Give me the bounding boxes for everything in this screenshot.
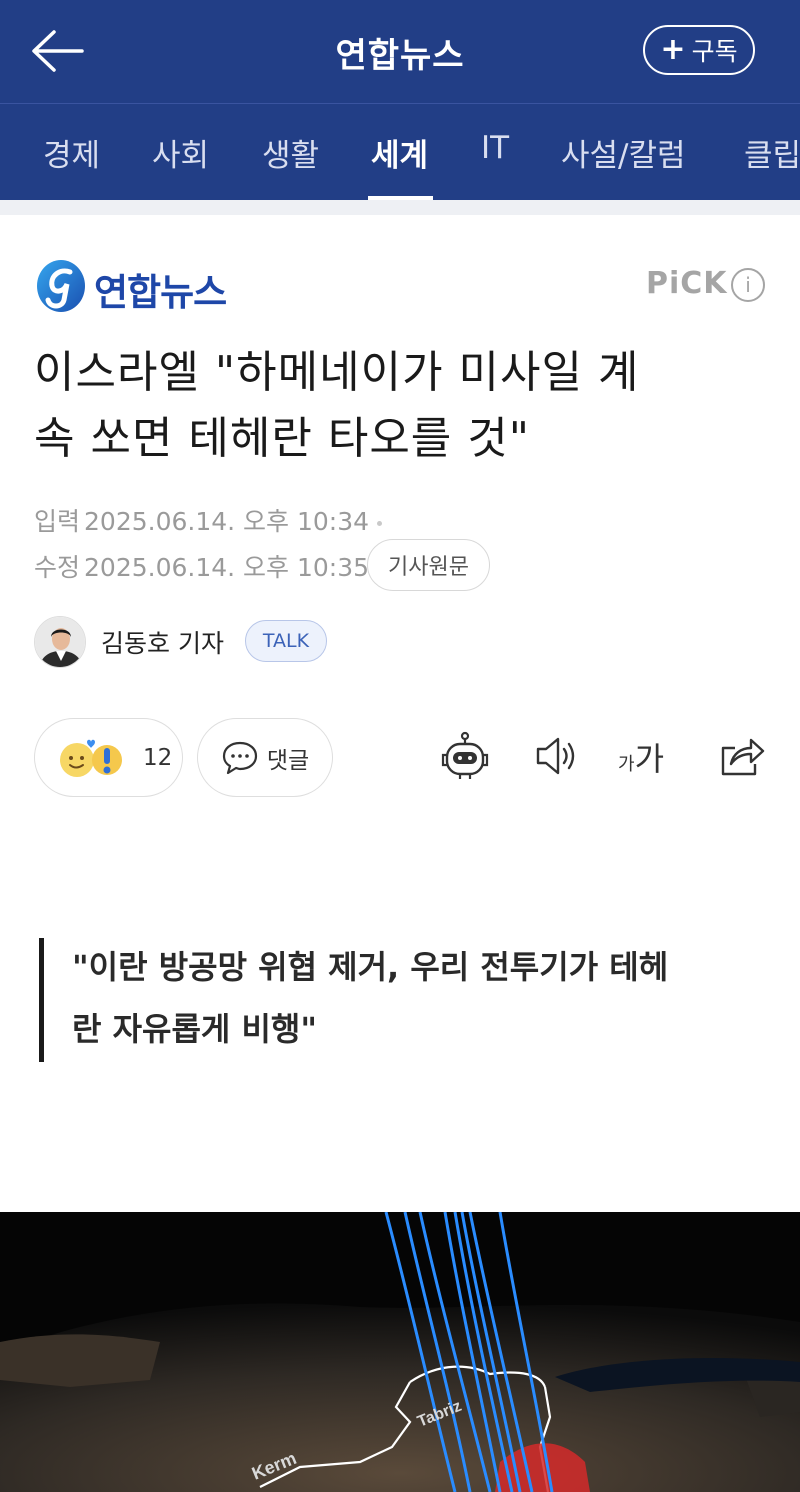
reaction-count: 12 xyxy=(143,744,173,771)
talk-button[interactable]: TALK xyxy=(245,620,327,662)
speech-bubble-icon xyxy=(222,741,257,774)
input-time: 2025.06.14. 오후 10:34 xyxy=(84,507,370,536)
section-divider xyxy=(0,200,800,215)
tab-it[interactable]: IT xyxy=(481,130,509,166)
article-headline: 이스라엘 "하메네이가 미사일 계 속 쏘면 테헤란 타오를 것" xyxy=(34,340,774,472)
tab-world[interactable]: 세계 xyxy=(371,130,428,175)
comment-button[interactable]: 댓글 xyxy=(197,718,333,797)
input-label: 입력 xyxy=(34,507,81,536)
reporter-name[interactable]: 김동호 기자 xyxy=(101,624,224,660)
robot-icon xyxy=(441,731,489,779)
quote-line: "이란 방공망 위협 제거, 우리 전투기가 테헤 xyxy=(72,948,669,986)
tab-editorial[interactable]: 사설/칼럼 xyxy=(561,130,686,175)
flight-path-map-image: Tabriz Kerm xyxy=(0,1212,800,1492)
share-button[interactable] xyxy=(713,728,769,784)
pick-label: PiCK xyxy=(646,266,728,301)
info-icon[interactable]: i xyxy=(731,268,765,302)
pull-quote: "이란 방공망 위협 제거, 우리 전투기가 테헤 란 자유롭게 비행" xyxy=(72,936,732,1060)
tab-clip[interactable]: 클립 xyxy=(744,130,800,175)
modified-date: 수정 2025.06.14. 오후 10:35 xyxy=(34,548,369,584)
subscribe-button[interactable]: + 구독 xyxy=(643,25,755,75)
yonhap-logo-icon xyxy=(37,260,85,312)
category-tabs: 경제 사회 생활 세계 IT 사설/칼럼 클립 xyxy=(0,103,800,200)
font-size-button[interactable]: 가가 xyxy=(618,734,664,780)
emoji-reaction-icon xyxy=(60,739,122,777)
input-date: 입력 2025.06.14. 오후 10:34 xyxy=(34,502,383,538)
font-big-glyph: 가 xyxy=(634,740,665,778)
publisher-name[interactable]: 연합뉴스 xyxy=(94,262,227,316)
tab-life[interactable]: 생활 xyxy=(262,130,319,175)
quote-line: 란 자유롭게 비행" xyxy=(72,1010,318,1048)
ai-summary-button[interactable] xyxy=(437,728,493,784)
text-to-speech-button[interactable] xyxy=(527,728,583,784)
reporter-avatar[interactable] xyxy=(34,616,86,668)
original-article-button[interactable]: 기사원문 xyxy=(367,539,490,591)
modified-label: 수정 xyxy=(34,553,81,582)
reaction-button[interactable]: 12 xyxy=(34,718,183,797)
headline-line: 속 쏘면 테헤란 타오를 것" xyxy=(34,413,530,464)
font-small-glyph: 가 xyxy=(618,754,635,775)
comment-label: 댓글 xyxy=(266,747,310,774)
tab-economy[interactable]: 경제 xyxy=(43,130,100,175)
subscribe-label: 구독 xyxy=(691,37,738,66)
tab-society[interactable]: 사회 xyxy=(152,130,209,175)
plus-icon: + xyxy=(660,32,686,67)
share-icon xyxy=(721,738,765,776)
speaker-icon xyxy=(536,737,575,775)
modified-time: 2025.06.14. 오후 10:35 xyxy=(84,553,370,582)
article-photo[interactable]: Tabriz Kerm xyxy=(0,1212,800,1492)
separator-dot xyxy=(377,520,383,526)
quote-bar xyxy=(39,938,44,1062)
app-header: 연합뉴스 + 구독 xyxy=(0,0,800,103)
headline-line: 이스라엘 "하메네이가 미사일 계 xyxy=(34,347,640,398)
